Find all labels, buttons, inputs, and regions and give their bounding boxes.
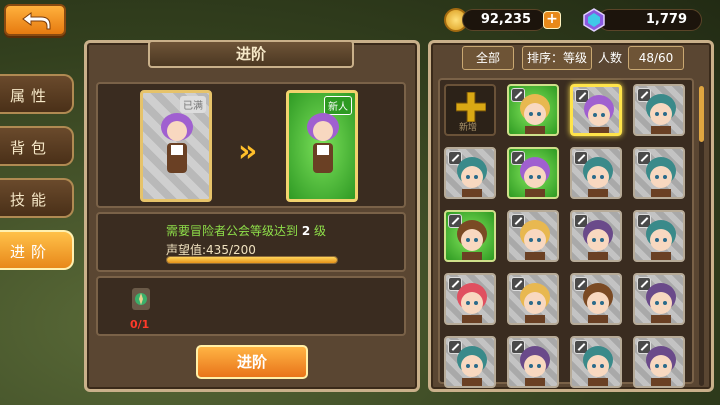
tab-skills-label: 技能 <box>10 191 53 209</box>
hero-slot[interactable] <box>633 273 685 325</box>
medal-item-icon[interactable] <box>128 284 154 316</box>
gem-counter: 1,779 <box>598 9 702 31</box>
gem-amount: 1,779 <box>645 12 687 27</box>
hero-portrait-icon <box>307 113 339 173</box>
reputation-progress-bar <box>166 256 338 264</box>
advance-title-plate: 进阶 <box>148 40 354 68</box>
hero-face-icon <box>646 157 676 197</box>
hero-face-icon <box>520 283 550 323</box>
hero-face-icon <box>584 95 614 133</box>
sort-button[interactable]: 排序：等级 <box>522 46 592 70</box>
material-count: 0/1 <box>130 318 150 331</box>
hero-slot[interactable] <box>570 336 622 388</box>
hero-slot[interactable] <box>507 84 559 136</box>
hero-face-icon <box>520 94 550 134</box>
hero-slot[interactable] <box>570 147 622 199</box>
hero-slot[interactable] <box>507 273 559 325</box>
hero-face-icon <box>457 220 487 260</box>
hero-slot[interactable] <box>570 84 622 136</box>
hero-face-icon <box>646 94 676 134</box>
tab-backpack[interactable]: 背包 <box>0 126 74 166</box>
hero-slot[interactable] <box>507 210 559 262</box>
advance-arrow-icon: » <box>238 134 258 169</box>
hero-face-icon <box>646 220 676 260</box>
gold-counter: 92,235 <box>462 9 546 31</box>
add-hero-slot[interactable]: 新增 <box>444 84 496 136</box>
hero-face-icon <box>583 283 613 323</box>
hero-slot[interactable] <box>444 147 496 199</box>
requirement-suffix: 级 <box>314 224 327 238</box>
hero-slot[interactable] <box>507 336 559 388</box>
requirement-level: 2 <box>301 224 311 238</box>
hero-face-icon <box>520 220 550 260</box>
tab-advance-label: 进阶 <box>10 243 53 261</box>
gem-icon <box>583 8 605 32</box>
hero-face-icon <box>646 346 676 386</box>
tab-advance[interactable]: 进阶 <box>0 230 74 270</box>
next-hero-card[interactable]: 新人 <box>286 90 358 202</box>
guild-level-requirement: 需要冒险者公会等级达到 2 级 <box>166 222 326 239</box>
add-gold-button[interactable]: + <box>543 11 561 29</box>
hero-slot[interactable] <box>444 336 496 388</box>
tab-skills[interactable]: 技能 <box>0 178 74 218</box>
filter-all-button[interactable]: 全部 <box>462 46 514 70</box>
hero-slot[interactable] <box>633 147 685 199</box>
back-button[interactable] <box>4 4 66 36</box>
hero-slot[interactable] <box>633 210 685 262</box>
hero-face-icon <box>646 283 676 323</box>
hero-face-icon <box>520 157 550 197</box>
hero-face-icon <box>583 220 613 260</box>
hero-portrait-icon <box>161 113 193 173</box>
hero-slot[interactable] <box>633 336 685 388</box>
tab-attributes[interactable]: 属性 <box>0 74 74 114</box>
advance-button-label: 进阶 <box>236 353 267 371</box>
hero-grid-scrollbar[interactable] <box>699 86 704 386</box>
requirement-prefix: 需要冒险者公会等级达到 <box>166 224 299 238</box>
hero-face-icon <box>583 157 613 197</box>
advance-title: 进阶 <box>235 45 266 63</box>
hero-face-icon <box>457 283 487 323</box>
advance-button[interactable]: 进阶 <box>196 345 308 379</box>
hero-slot[interactable] <box>570 273 622 325</box>
hero-face-icon <box>520 346 550 386</box>
current-hero-card[interactable]: 已满 <box>140 90 212 202</box>
tab-attributes-label: 属性 <box>10 87 53 105</box>
hero-slot[interactable] <box>444 210 496 262</box>
hero-face-icon <box>457 346 487 386</box>
new-slot-label: 新增 <box>459 123 478 133</box>
hero-count-label: 人数 <box>598 51 623 65</box>
hero-face-icon <box>583 346 613 386</box>
hero-slot[interactable] <box>507 147 559 199</box>
hero-slot[interactable] <box>570 210 622 262</box>
hero-slot[interactable] <box>633 84 685 136</box>
hero-count-value: 48/60 <box>628 46 684 70</box>
back-arrow-icon <box>22 12 51 30</box>
hero-slot[interactable] <box>444 273 496 325</box>
hero-face-icon <box>457 157 487 197</box>
plus-icon <box>456 92 486 122</box>
gold-amount: 92,235 <box>480 12 531 27</box>
tab-backpack-label: 背包 <box>10 139 53 157</box>
